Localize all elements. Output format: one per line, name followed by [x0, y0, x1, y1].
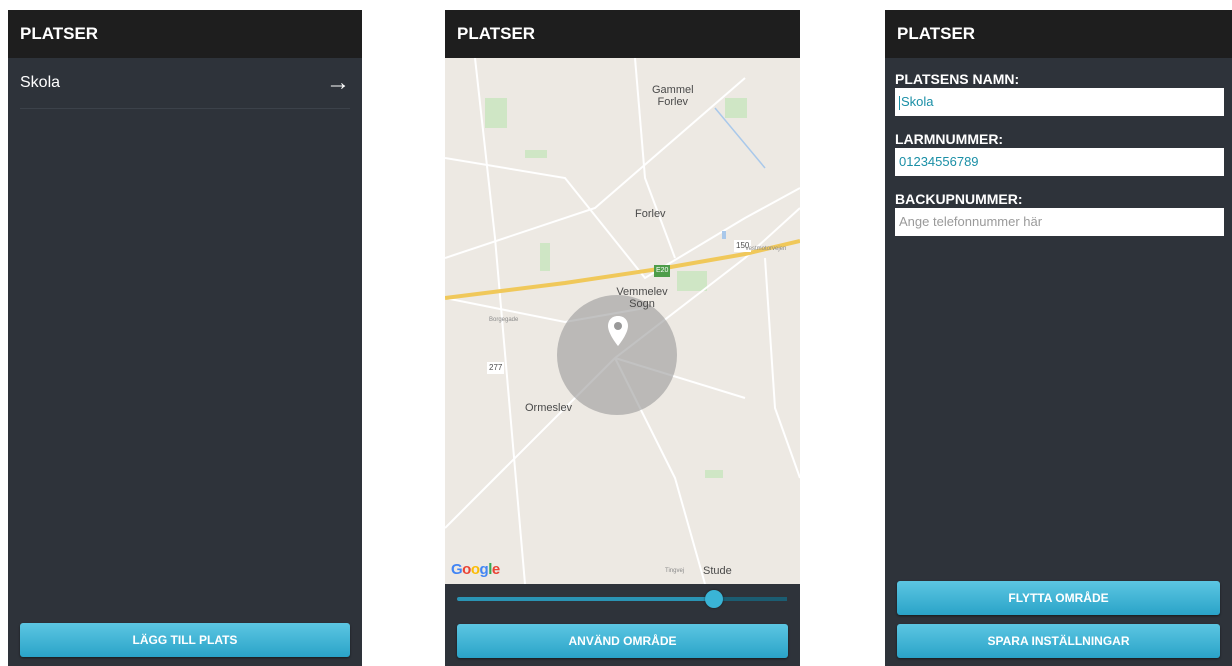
save-settings-button[interactable]: SPARA INSTÄLLNINGAR [897, 624, 1220, 658]
places-list-screen: PLATSER Skola → LÄGG TILL PLATS [8, 10, 362, 666]
alarm-number-label: LARMNUMMER: [895, 131, 1004, 147]
map-label-ormeslev: Ormeslev [525, 402, 573, 414]
map-screen: PLATSER Gammel Forlev Forlev Vemmelev So… [445, 10, 800, 666]
backup-number-field[interactable]: Ange telefonnummer här [895, 208, 1224, 236]
radius-slider-remaining [714, 597, 787, 601]
app-bar-title: PLATSER [445, 10, 800, 58]
google-logo: Google [451, 561, 500, 578]
arrow-right-icon: → [326, 69, 350, 96]
road-label-borgegade: Borgegade [489, 317, 519, 323]
map-pin-icon[interactable] [606, 314, 630, 348]
map-label-forlev: Forlev [635, 208, 666, 220]
alarm-number-field[interactable]: 01234556789 [895, 148, 1224, 176]
road-sign-277: 277 [487, 362, 505, 374]
place-name-label: PLATSENS NAMN: [895, 71, 1020, 87]
road-label-vestmotorvejen: Vestmotorvejen [745, 246, 787, 252]
place-name-field[interactable]: Skola [895, 88, 1224, 116]
list-item-skola[interactable]: Skola → [20, 58, 350, 109]
road-label-tingvej: Tingvej [665, 568, 685, 574]
map-label-gammel-forlev: Gammel Forlev [652, 84, 694, 108]
app-bar-title: PLATSER [8, 10, 362, 58]
radius-slider-thumb[interactable] [705, 590, 724, 608]
add-place-button[interactable]: LÄGG TILL PLATS [20, 623, 350, 657]
road-sign-e20: E20 [654, 265, 671, 277]
text-cursor [899, 95, 900, 110]
map-label-vemmelev-sogn: Vemmelev Sogn [616, 286, 668, 310]
list-item-label: Skola [20, 74, 61, 91]
backup-number-label: BACKUPNUMMER: [895, 191, 1023, 207]
map-label-stude: Stude [703, 565, 732, 577]
radius-slider-area: ANVÄND OMRÅDE [445, 584, 800, 666]
move-area-button[interactable]: FLYTTA OMRÅDE [897, 581, 1220, 615]
place-name-value: Skola [901, 94, 934, 109]
place-settings-screen: PLATSER PLATSENS NAMN: Skola LARMNUMMER:… [885, 10, 1232, 666]
map-view[interactable]: Gammel Forlev Forlev Vemmelev Sogn Ormesle… [445, 58, 800, 584]
app-bar-title: PLATSER [885, 10, 1232, 58]
use-area-button[interactable]: ANVÄND OMRÅDE [457, 624, 788, 658]
